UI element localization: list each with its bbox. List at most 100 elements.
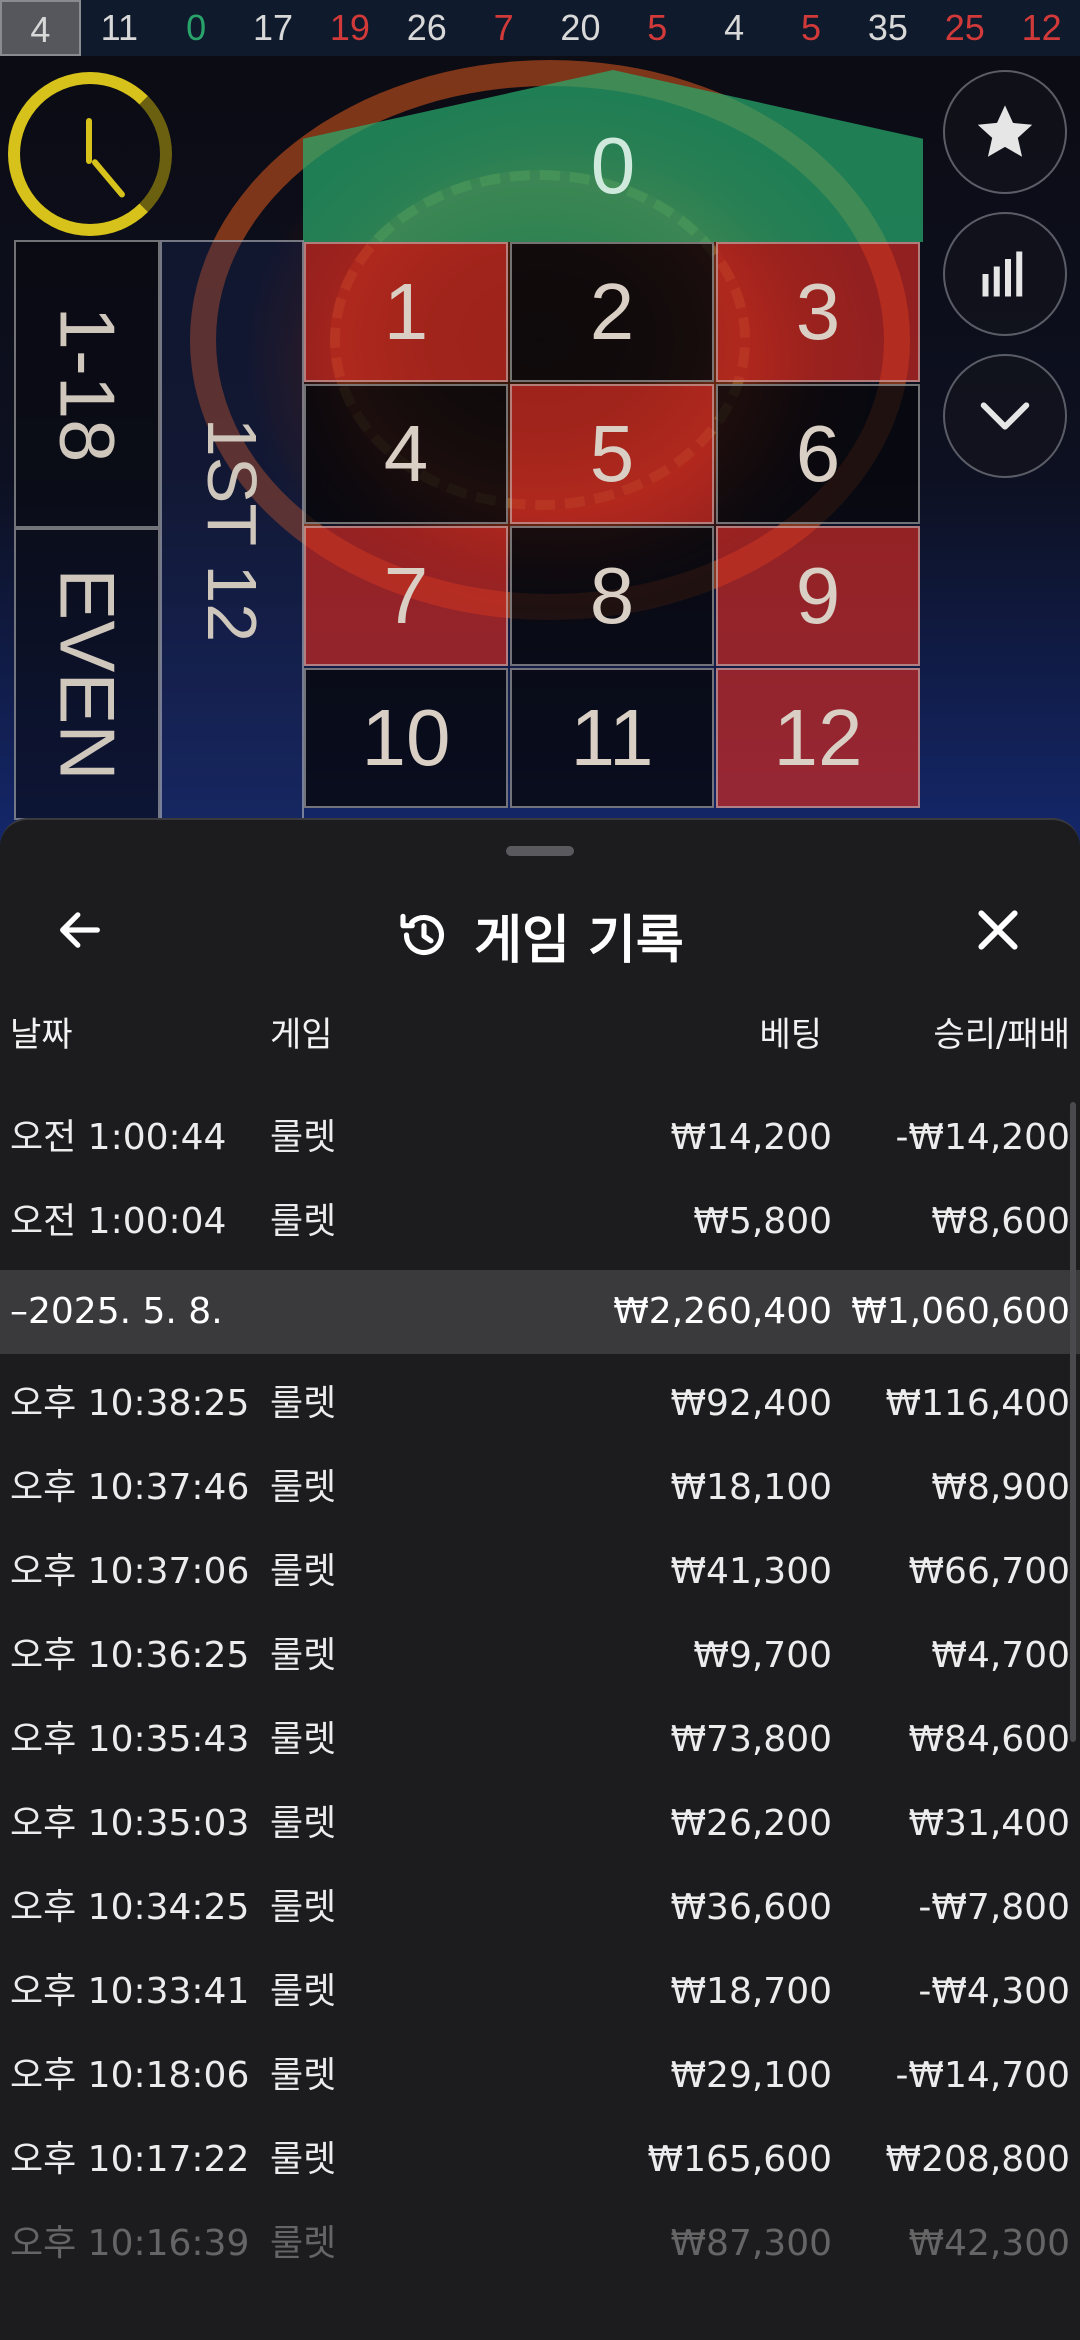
bet-spot-number[interactable]: 12 xyxy=(716,668,920,808)
sheet-title: 게임 기록 xyxy=(0,900,1080,971)
row-game: 룰렛 xyxy=(270,1803,337,1844)
history-number: 11 xyxy=(100,7,138,48)
bet-spot-number[interactable]: 7 xyxy=(304,526,508,666)
table-row[interactable]: 오후 10:37:46 룰렛 ₩18,100 ₩8,900 xyxy=(0,1446,1080,1530)
table-row[interactable]: 오전 1:00:04 룰렛 ₩5,800 ₩8,600 xyxy=(0,1180,1080,1264)
bet-spot-number[interactable]: 8 xyxy=(510,526,714,666)
history-number: 35 xyxy=(867,7,908,48)
row-game: 룰렛 xyxy=(270,1201,337,1242)
history-number: 4 xyxy=(724,7,745,48)
bet-spot-number[interactable]: 1 xyxy=(304,242,508,382)
bet-spot-number[interactable]: 11 xyxy=(510,668,714,808)
table-row[interactable]: 오전 1:00:44 룰렛 ₩14,200 -₩14,200 xyxy=(0,1096,1080,1180)
row-result: ₩84,600 xyxy=(908,1719,1070,1760)
row-result: ₩8,600 xyxy=(931,1201,1070,1242)
collapse-button[interactable] xyxy=(943,354,1067,478)
row-bet: ₩14,200 xyxy=(670,1117,832,1158)
row-result: ₩31,400 xyxy=(908,1803,1070,1844)
close-button[interactable] xyxy=(968,900,1028,960)
bet-spot-1-18[interactable]: 1-18 xyxy=(14,240,160,528)
table-row[interactable]: 오후 10:17:22 룰렛 ₩165,600 ₩208,800 xyxy=(0,2118,1080,2202)
app-screen: 4 11 0 17 19 26 7 20 5 4 5 35 25 12 0 1-… xyxy=(0,0,1080,2340)
table-row[interactable]: 오후 10:36:25 룰렛 ₩9,700 ₩4,700 xyxy=(0,1614,1080,1698)
bet-spot-number[interactable]: 2 xyxy=(510,242,714,382)
row-result: ₩42,300 xyxy=(908,2223,1070,2264)
row-game: 룰렛 xyxy=(270,1383,337,1424)
bet-spot-1st-dozen[interactable]: 1ST 12 xyxy=(160,240,304,820)
row-bet: ₩18,100 xyxy=(670,1467,832,1508)
row-game: 룰렛 xyxy=(270,2055,337,2096)
row-result: -₩7,800 xyxy=(918,1887,1070,1928)
bet-spot-number[interactable]: 9 xyxy=(716,526,920,666)
history-icon xyxy=(400,913,445,956)
game-history-sheet: 게임 기록 날짜 게임 베팅 승리/패배 오전 1:00:44 룰렛 ₩14,2… xyxy=(0,818,1080,2340)
history-number: 12 xyxy=(1021,7,1062,48)
table-row[interactable]: 오후 10:35:43 룰렛 ₩73,800 ₩84,600 xyxy=(0,1698,1080,1782)
row-result: ₩4,700 xyxy=(931,1635,1070,1676)
row-bet: ₩36,600 xyxy=(670,1887,832,1928)
column-headers: 날짜 게임 베팅 승리/패배 xyxy=(0,1005,1080,1065)
column-header-game: 게임 xyxy=(270,1015,333,1055)
table-row[interactable]: 오후 10:37:06 룰렛 ₩41,300 ₩66,700 xyxy=(0,1530,1080,1614)
bet-spot-label: EVEN xyxy=(43,567,132,781)
row-game: 룰렛 xyxy=(270,1971,337,2012)
bet-spot-even[interactable]: EVEN xyxy=(14,528,160,820)
row-game: 룰렛 xyxy=(270,2223,337,2264)
row-result: ₩116,400 xyxy=(885,1383,1070,1424)
row-time: 오전 1:00:44 xyxy=(10,1117,227,1158)
row-time: 오후 10:37:46 xyxy=(10,1467,250,1508)
row-result: -₩4,300 xyxy=(918,1971,1070,2012)
bar-chart-icon xyxy=(982,251,1023,297)
sheet-drag-handle[interactable] xyxy=(506,846,574,856)
sheet-header: 게임 기록 xyxy=(0,860,1080,1000)
bet-spot-number[interactable]: 5 xyxy=(510,384,714,524)
row-time: 오후 10:35:43 xyxy=(10,1719,250,1760)
row-result: -₩14,200 xyxy=(895,1117,1070,1158)
group-bet-total: ₩2,260,400 xyxy=(613,1291,832,1332)
bet-spot-label: 1-18 xyxy=(43,305,132,463)
bet-spot-number[interactable]: 10 xyxy=(304,668,508,808)
history-number: 5 xyxy=(801,7,822,48)
table-row[interactable]: 오후 10:38:25 룰렛 ₩92,400 ₩116,400 xyxy=(0,1362,1080,1446)
scrollbar[interactable] xyxy=(1070,1102,1076,1742)
statistics-button[interactable] xyxy=(943,212,1067,336)
star-icon xyxy=(977,105,1033,157)
row-game: 룰렛 xyxy=(270,1887,337,1928)
close-icon xyxy=(978,910,1018,950)
history-number: 4 xyxy=(0,0,81,56)
row-result: -₩14,700 xyxy=(895,2055,1070,2096)
row-time: 오후 10:18:06 xyxy=(10,2055,250,2096)
column-header-bet: 베팅 xyxy=(759,1015,822,1055)
row-bet: ₩41,300 xyxy=(670,1551,832,1592)
row-time: 오후 10:17:22 xyxy=(10,2139,250,2180)
row-game: 룰렛 xyxy=(270,1635,337,1676)
row-game: 룰렛 xyxy=(270,1467,337,1508)
row-time: 오후 10:38:25 xyxy=(10,1383,250,1424)
bet-spot-label: 0 xyxy=(590,121,636,210)
row-bet: ₩29,100 xyxy=(670,2055,832,2096)
history-number: 5 xyxy=(647,7,668,48)
history-list[interactable]: 오전 1:00:44 룰렛 ₩14,200 -₩14,200 오전 1:00:0… xyxy=(0,1080,1080,2340)
row-bet: ₩26,200 xyxy=(670,1803,832,1844)
row-time: 오후 10:35:03 xyxy=(10,1803,250,1844)
column-header-date: 날짜 xyxy=(10,1015,73,1055)
group-result-total: ₩1,060,600 xyxy=(851,1291,1070,1332)
row-game: 룰렛 xyxy=(270,1117,337,1158)
table-row[interactable]: 오후 10:34:25 룰렛 ₩36,600 -₩7,800 xyxy=(0,1866,1080,1950)
history-number: 26 xyxy=(406,7,447,48)
bet-spot-number[interactable]: 4 xyxy=(304,384,508,524)
bet-spot-number[interactable]: 3 xyxy=(716,242,920,382)
row-bet: ₩5,800 xyxy=(693,1201,832,1242)
table-row[interactable]: 오후 10:16:39 룰렛 ₩87,300 ₩42,300 xyxy=(0,2202,1080,2286)
table-row[interactable]: 오후 10:35:03 룰렛 ₩26,200 ₩31,400 xyxy=(0,1782,1080,1866)
row-bet: ₩18,700 xyxy=(670,1971,832,2012)
favorite-button[interactable] xyxy=(943,70,1067,194)
date-group-row[interactable]: –2025. 5. 8. ₩2,260,400 ₩1,060,600 xyxy=(0,1270,1080,1354)
bet-spot-number[interactable]: 6 xyxy=(716,384,920,524)
history-number: 17 xyxy=(252,7,294,48)
row-time: 오전 1:00:04 xyxy=(10,1201,227,1242)
row-time: 오후 10:34:25 xyxy=(10,1887,250,1928)
table-row[interactable]: 오후 10:33:41 룰렛 ₩18,700 -₩4,300 xyxy=(0,1950,1080,2034)
row-bet: ₩92,400 xyxy=(670,1383,832,1424)
table-row[interactable]: 오후 10:18:06 룰렛 ₩29,100 -₩14,700 xyxy=(0,2034,1080,2118)
